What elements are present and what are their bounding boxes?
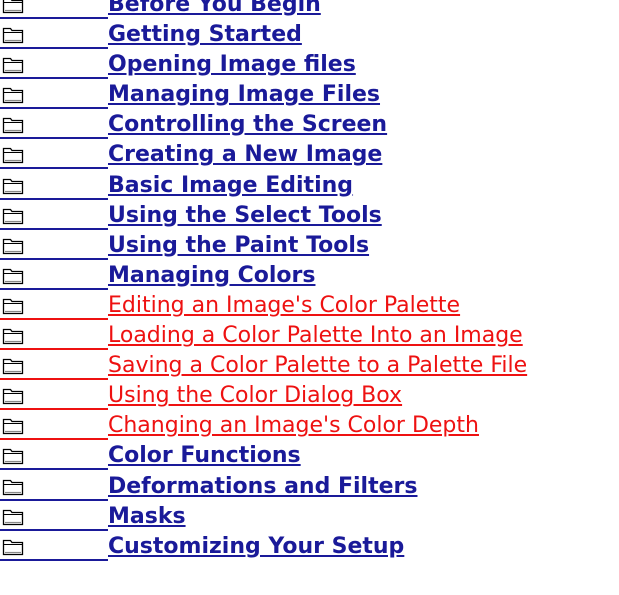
topic-link[interactable]: Using the Select Tools xyxy=(0,202,382,230)
link-underline-spacer xyxy=(0,498,108,501)
topic-label: Loading a Color Palette Into an Image xyxy=(108,323,523,349)
list-item: Masks xyxy=(0,503,619,533)
topic-link[interactable]: Customizing Your Setup xyxy=(0,533,404,561)
topic-label: Controlling the Screen xyxy=(108,112,388,138)
topic-label: Changing an Image's Color Depth xyxy=(108,413,479,439)
topic-link[interactable]: Managing Colors xyxy=(0,262,315,290)
topic-label: Editing an Image's Color Palette xyxy=(108,292,461,318)
list-item: Using the Paint Tools xyxy=(0,232,619,262)
topic-label: Using the Color Dialog Box xyxy=(108,383,403,409)
link-underline-spacer xyxy=(0,558,108,561)
list-item: Creating a New Image xyxy=(0,141,619,171)
topic-label: Color Functions xyxy=(108,443,301,469)
link-underline-spacer xyxy=(0,106,108,110)
topic-link[interactable]: Getting Started xyxy=(0,21,302,50)
list-item: Before You Begin xyxy=(0,0,619,21)
topic-label: Saving a Color Palette to a Palette File xyxy=(108,353,528,379)
topic-label: Using the Paint Tools xyxy=(108,232,370,258)
topic-link[interactable]: Changing an Image's Color Depth xyxy=(0,412,479,441)
topic-label: Getting Started xyxy=(108,22,302,48)
topic-label: Basic Image Editing xyxy=(108,172,354,198)
link-underline-spacer xyxy=(0,166,108,170)
topic-link[interactable]: Loading a Color Palette Into an Image xyxy=(0,322,523,351)
topic-label: Using the Select Tools xyxy=(108,202,382,228)
list-item: Customizing Your Setup xyxy=(0,533,619,563)
topic-link[interactable]: Saving a Color Palette to a Palette File xyxy=(0,352,528,381)
topic-label: Managing Image Files xyxy=(108,82,381,108)
link-underline-spacer xyxy=(0,528,108,531)
topic-link[interactable]: Masks xyxy=(0,503,186,531)
list-item: Managing Image Files xyxy=(0,81,619,111)
link-underline-spacer xyxy=(0,467,108,471)
link-underline-spacer xyxy=(0,347,108,351)
topic-link[interactable]: Controlling the Screen xyxy=(0,111,388,140)
list-item: Loading a Color Palette Into an Image xyxy=(0,322,619,352)
list-item: Color Functions xyxy=(0,442,619,472)
list-item: Deformations and Filters xyxy=(0,473,619,503)
link-underline-spacer xyxy=(0,16,108,19)
link-underline-spacer xyxy=(0,76,108,80)
list-item: Using the Select Tools xyxy=(0,202,619,232)
link-underline-spacer xyxy=(0,257,108,260)
link-underline-spacer xyxy=(0,136,108,140)
topic-link[interactable]: Deformations and Filters xyxy=(0,473,417,501)
help-contents-list: Before You Begin Getting Started Opening I… xyxy=(0,0,619,563)
list-item: Using the Color Dialog Box xyxy=(0,382,619,412)
link-underline-spacer xyxy=(0,227,108,230)
link-underline-spacer xyxy=(0,197,108,200)
topic-label: Masks xyxy=(108,503,186,529)
topic-link[interactable]: Managing Image Files xyxy=(0,81,381,110)
list-item: Opening Image files xyxy=(0,51,619,81)
list-item: Managing Colors xyxy=(0,262,619,292)
list-item: Changing an Image's Color Depth xyxy=(0,412,619,442)
topic-link[interactable]: Editing an Image's Color Palette xyxy=(0,292,460,320)
topic-label: Opening Image files xyxy=(108,52,356,78)
topic-link[interactable]: Creating a New Image xyxy=(0,141,383,170)
list-item: Saving a Color Palette to a Palette File xyxy=(0,352,619,382)
topic-label: Deformations and Filters xyxy=(108,473,418,499)
topic-label: Creating a New Image xyxy=(108,142,383,168)
topic-label: Customizing Your Setup xyxy=(108,533,405,559)
list-item: Editing an Image's Color Palette xyxy=(0,292,619,322)
topic-link[interactable]: Color Functions xyxy=(0,442,301,471)
topic-link[interactable]: Using the Paint Tools xyxy=(0,232,369,260)
link-underline-spacer xyxy=(0,437,108,441)
topic-link[interactable]: Opening Image files xyxy=(0,51,356,80)
link-underline-spacer xyxy=(0,317,108,320)
topic-label: Before You Begin xyxy=(108,0,321,17)
list-item: Controlling the Screen xyxy=(0,111,619,141)
link-underline-spacer xyxy=(0,46,108,50)
list-item: Getting Started xyxy=(0,21,619,51)
topic-label: Managing Colors xyxy=(108,262,316,288)
list-item: Basic Image Editing xyxy=(0,172,619,202)
link-underline-spacer xyxy=(0,287,108,290)
link-underline-spacer xyxy=(0,377,108,381)
topic-link[interactable]: Before You Begin xyxy=(0,0,321,19)
link-underline-spacer xyxy=(0,407,108,411)
topic-link[interactable]: Using the Color Dialog Box xyxy=(0,382,403,411)
topic-link[interactable]: Basic Image Editing xyxy=(0,172,353,200)
